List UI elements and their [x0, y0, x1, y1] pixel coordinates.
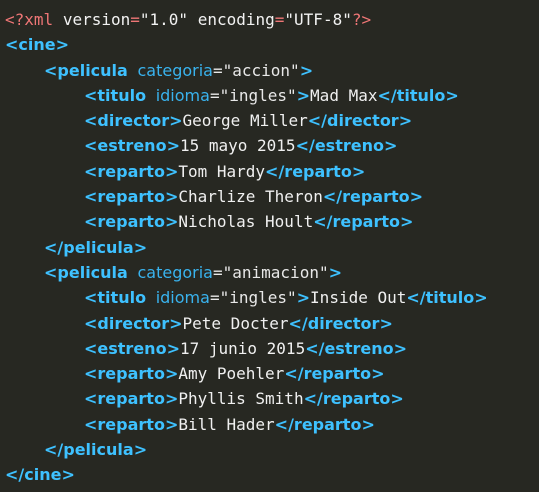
director-close-tag: director [307, 313, 380, 333]
declaration-version-value: "1.0" [139, 10, 189, 29]
director-open-tag: director [97, 313, 170, 333]
root-close-tag: cine [24, 465, 62, 485]
estreno-close-tag: estreno [324, 338, 394, 358]
reparto-open-tag: reparto [97, 187, 165, 207]
declaration-open: <? [5, 10, 25, 29]
pelicula-attr-value: "accion" [222, 60, 300, 80]
code-line-estreno: <estreno>15 mayo 2015</estreno> [84, 136, 398, 156]
estreno-open-tag: estreno [97, 136, 167, 156]
reparto-close-tag: reparto [322, 389, 391, 409]
code-line-pelicula-open: <pelicula categoria="accion"> [44, 60, 314, 80]
declaration-encoding-value: "UTF-8" [284, 10, 352, 29]
pelicula-open-tag: pelicula [57, 60, 128, 80]
reparto-close-tag: reparto [293, 414, 362, 434]
reparto-open-tag: reparto [97, 389, 165, 409]
reparto-text: Bill Hader [178, 414, 275, 434]
code-line-reparto: <reparto>Bill Hader</reparto> [84, 414, 375, 434]
code-line-cine-open: <cine> [5, 35, 70, 55]
code-line-titulo: <titulo idioma="ingles">Inside Out</titu… [84, 288, 488, 308]
reparto-text: Phyllis Smith [178, 389, 304, 409]
code-line-pelicula-close: </pelicula> [44, 237, 148, 257]
reparto-close-tag: reparto [342, 187, 410, 207]
declaration-name: xml [24, 10, 54, 29]
pelicula-attr-name: categoria [137, 60, 213, 80]
reparto-close-tag: reparto [332, 212, 400, 232]
director-text: George Miller [182, 111, 308, 131]
reparto-text: Nicholas Hoult [178, 212, 314, 232]
reparto-text: Tom Hardy [178, 161, 266, 181]
director-text: Pete Docter [182, 313, 289, 333]
code-line-pelicula-open: <pelicula categoria="animacion"> [44, 262, 342, 282]
reparto-open-tag: reparto [97, 414, 165, 434]
titulo-attr-name: idioma [155, 288, 210, 308]
reparto-open-tag: reparto [97, 364, 165, 384]
reparto-text: Amy Poehler [178, 364, 285, 384]
pelicula-attr-name: categoria [137, 262, 213, 282]
reparto-open-tag: reparto [97, 161, 165, 181]
code-line-declaration: <?xml version="1.0" encoding="UTF-8"?> [5, 10, 372, 29]
code-line-director: <director>Pete Docter</director> [84, 313, 393, 333]
estreno-open-tag: estreno [97, 338, 167, 358]
pelicula-close-tag: pelicula [63, 237, 134, 257]
reparto-open-tag: reparto [97, 212, 165, 232]
pelicula-open-tag: pelicula [57, 262, 128, 282]
code-line-director: <director>George Miller</director> [84, 111, 413, 131]
declaration-version-attr: version [62, 10, 131, 29]
code-line-reparto: <reparto>Tom Hardy</reparto> [84, 161, 366, 181]
code-line-reparto: <reparto>Phyllis Smith</reparto> [84, 389, 404, 409]
director-close-tag: director [327, 111, 399, 131]
titulo-open-tag: titulo [97, 288, 147, 308]
titulo-attr-name: idioma [155, 85, 210, 105]
pelicula-close-tag: pelicula [63, 440, 134, 460]
titulo-attr-value: "ingles" [219, 85, 297, 105]
declaration-close: ?> [351, 10, 372, 29]
code-line-reparto: <reparto>Charlize Theron</reparto> [84, 187, 424, 207]
code-line-titulo: <titulo idioma="ingles">Mad Max</titulo> [84, 85, 459, 105]
code-line-pelicula-close: </pelicula> [44, 440, 148, 460]
titulo-close-tag: titulo [396, 85, 446, 105]
titulo-text: Inside Out [310, 288, 407, 308]
root-open-tag: cine [18, 35, 56, 55]
pelicula-attr-value: "animacion" [222, 262, 329, 282]
titulo-text: Mad Max [310, 85, 378, 105]
code-line-reparto: <reparto>Amy Poehler</reparto> [84, 364, 385, 384]
titulo-open-tag: titulo [97, 85, 147, 105]
code-editor[interactable]: <?xml version="1.0" encoding="UTF-8"?> <… [0, 0, 539, 492]
estreno-close-tag: estreno [314, 136, 384, 156]
reparto-close-tag: reparto [284, 161, 352, 181]
code-line-reparto: <reparto>Nicholas Hoult</reparto> [84, 212, 414, 232]
estreno-text: 17 junio 2015 [179, 338, 306, 358]
code-line-estreno: <estreno>17 junio 2015</estreno> [84, 338, 408, 358]
titulo-attr-value: "ingles" [219, 288, 297, 308]
reparto-close-tag: reparto [303, 364, 372, 384]
code-line-cine-close: </cine> [5, 465, 75, 485]
reparto-text: Charlize Theron [178, 187, 323, 207]
director-open-tag: director [97, 111, 170, 131]
titulo-close-tag: titulo [425, 288, 475, 308]
estreno-text: 15 mayo 2015 [179, 136, 296, 156]
declaration-encoding-attr: encoding [197, 10, 275, 29]
